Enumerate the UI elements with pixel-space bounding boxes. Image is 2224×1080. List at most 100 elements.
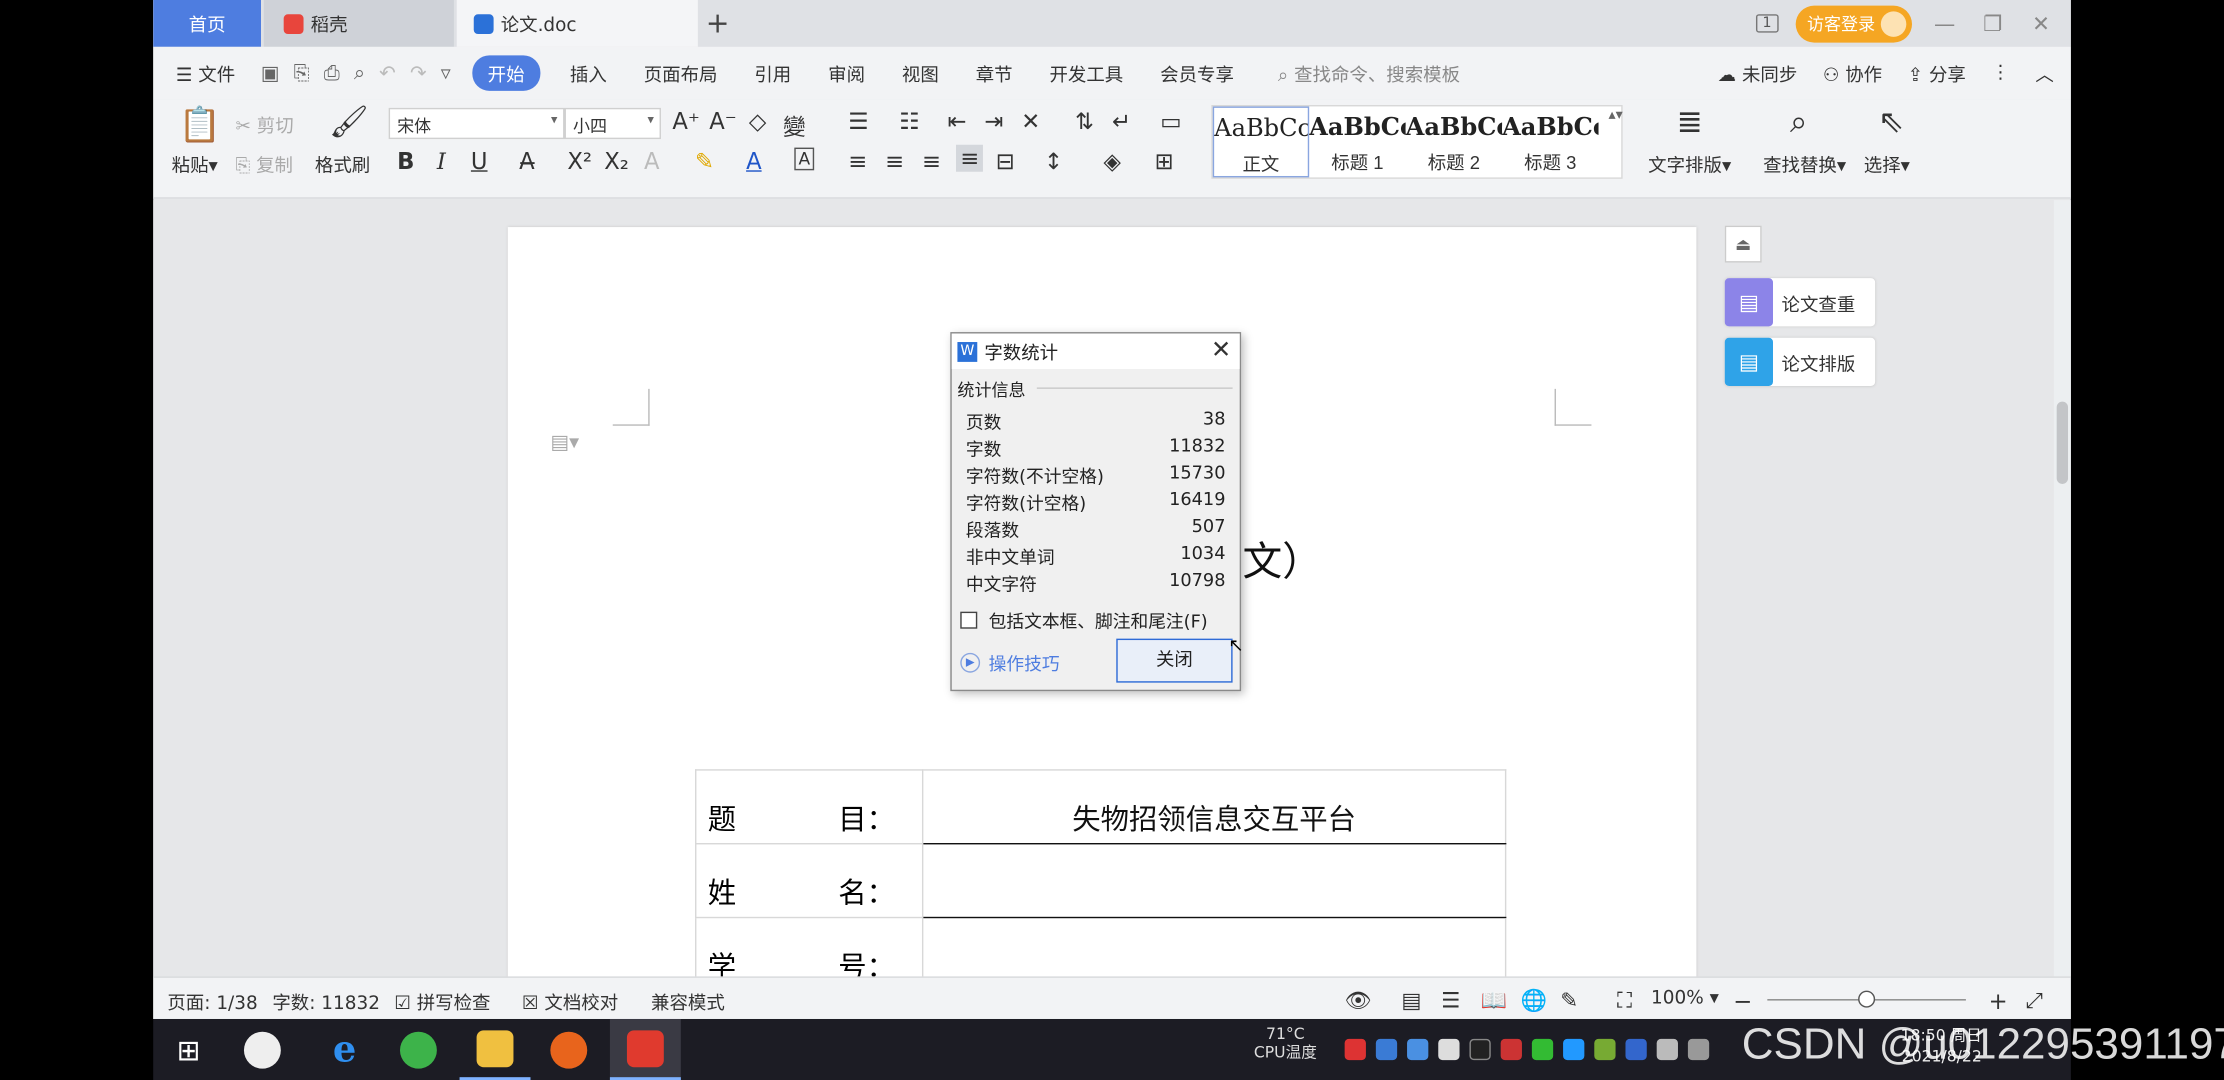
checkbox-box[interactable]	[960, 610, 978, 628]
menu-insert[interactable]: 插入	[551, 60, 625, 86]
page-indicator[interactable]: 页面: 1/38	[167, 988, 257, 1014]
menu-page-layout[interactable]: 页面布局	[625, 60, 736, 86]
subscript-icon[interactable]: X₂	[604, 148, 629, 175]
taskbar-app-ie[interactable]: e	[309, 1019, 380, 1080]
vertical-scrollbar[interactable]	[2053, 200, 2071, 977]
align-left-icon[interactable]: ≡	[848, 148, 867, 175]
menu-references[interactable]: 引用	[736, 60, 810, 86]
reading-view-icon[interactable]: 📖	[1481, 988, 1508, 1014]
restore-icon[interactable]: ❐	[1977, 11, 2008, 37]
spell-check-button[interactable]: ☑ 拼写检查	[394, 988, 490, 1014]
battery-icon[interactable]	[1656, 1038, 1678, 1061]
notification-icon[interactable]	[1438, 1038, 1460, 1061]
text-layout-button[interactable]: 文字排版▾	[1648, 150, 1731, 177]
shrink-font-icon[interactable]: A⁻	[709, 108, 737, 135]
numbered-list-icon[interactable]: ☷	[899, 108, 919, 135]
menu-review[interactable]: 审阅	[810, 60, 884, 86]
tab-document[interactable]: 论文.doc	[456, 0, 698, 47]
word-count-status[interactable]: 字数: 11832	[272, 988, 380, 1014]
find-replace-icon[interactable]: ⌕	[1790, 105, 1807, 140]
taskbar-app-wps[interactable]	[609, 1018, 681, 1080]
zoom-level[interactable]: 100% ▾	[1651, 988, 1719, 1009]
decrease-indent-icon[interactable]: ⇤	[947, 108, 966, 135]
sync-button[interactable]: ☁ 未同步	[1718, 60, 1798, 86]
distributed-icon[interactable]: ⊟	[996, 148, 1015, 175]
paragraph-menu-icon[interactable]: ▤▾	[550, 431, 579, 454]
include-textbox-checkbox[interactable]: 包括文本框、脚注和尾注(F)	[960, 606, 1208, 633]
italic-icon[interactable]: I	[437, 148, 446, 175]
share-button[interactable]: ⇪ 分享	[1908, 60, 1966, 86]
clear-format-icon[interactable]: ◇	[749, 108, 766, 135]
collapse-ribbon-icon[interactable]: ︿	[2035, 60, 2053, 86]
cpu-temperature[interactable]: 71°C CPU温度	[1254, 1025, 1317, 1062]
more-icon[interactable]: ⋮	[1991, 62, 2009, 83]
align-center-icon[interactable]: ≡	[885, 148, 904, 175]
taskbar-app-fan[interactable]	[227, 1019, 298, 1080]
shading-icon[interactable]: ◈	[1104, 148, 1121, 175]
menu-section[interactable]: 章节	[957, 60, 1031, 86]
underline-icon[interactable]: U	[471, 148, 488, 175]
style-normal[interactable]: AaBbCcI 正文	[1212, 106, 1310, 178]
tray-app-icon[interactable]	[1500, 1038, 1522, 1061]
bullet-list-icon[interactable]: ☰	[848, 108, 868, 135]
close-window-icon[interactable]: ✕	[2025, 11, 2056, 37]
menu-start[interactable]: 开始	[472, 55, 541, 91]
doc-proof-button[interactable]: ☒ 文档校对	[522, 988, 618, 1014]
taskbar-app-browser[interactable]	[383, 1019, 454, 1080]
menu-view[interactable]: 视图	[883, 60, 957, 86]
sort-icon[interactable]: ⇅	[1075, 108, 1094, 135]
zoom-in-icon[interactable]: +	[1989, 988, 2008, 1015]
highlight-icon[interactable]: ✎	[695, 148, 714, 175]
tray-app-icon[interactable]	[1531, 1038, 1554, 1061]
cut-button[interactable]: ✂ 剪切	[235, 111, 293, 137]
tab-daoke[interactable]: 稻壳	[263, 0, 454, 47]
select-cursor-icon[interactable]: ⇖	[1878, 105, 1904, 140]
paste-icon[interactable]: 📋	[179, 105, 221, 145]
format-painter-icon[interactable]: 🖌	[329, 105, 369, 140]
visitor-login-button[interactable]: 访客登录	[1795, 4, 1913, 42]
style-scroll-icon[interactable]: ▴▾	[1608, 108, 1622, 124]
grow-font-icon[interactable]: A⁺	[672, 108, 700, 135]
close-icon[interactable]: ✕	[1211, 336, 1231, 364]
tray-app-icon[interactable]	[1344, 1038, 1366, 1061]
superscript-icon[interactable]: X²	[567, 148, 592, 175]
tab-home[interactable]: 首页	[153, 0, 261, 47]
font-color-icon[interactable]: A	[746, 148, 762, 175]
ruler-icon[interactable]: ▭	[1160, 108, 1181, 135]
zoom-out-icon[interactable]: −	[1733, 988, 1752, 1015]
web-view-icon[interactable]: 🌐	[1521, 988, 1548, 1014]
quick-access-more-icon[interactable]: ▿	[434, 62, 458, 85]
show-marks-icon[interactable]: ↵	[1112, 108, 1131, 135]
thesis-layout-button[interactable]: ▤ 论文排版	[1724, 337, 1876, 387]
select-button[interactable]: 选择▾	[1864, 150, 1910, 177]
file-menu[interactable]: ☰ 文件	[153, 60, 253, 86]
print-preview-icon[interactable]: ⌕	[347, 62, 372, 85]
shield-icon[interactable]	[1407, 1038, 1429, 1061]
window-layout-icon[interactable]: 1	[1755, 14, 1779, 33]
bold-icon[interactable]: B	[397, 148, 414, 175]
start-button[interactable]: ⊞	[153, 1019, 224, 1080]
menu-member[interactable]: 会员专享	[1142, 60, 1253, 86]
borders-icon[interactable]: ⊞	[1155, 148, 1174, 175]
nvidia-icon[interactable]	[1594, 1038, 1616, 1061]
taskbar-app-game[interactable]	[533, 1019, 604, 1080]
eye-protect-icon[interactable]: 👁	[1345, 988, 1372, 1014]
outline-view-icon[interactable]: ☰	[1441, 988, 1460, 1014]
char-border-icon[interactable]: A	[794, 147, 815, 171]
save-icon[interactable]: ▣	[254, 62, 287, 85]
line-spacing-icon[interactable]: ↕	[1044, 148, 1063, 175]
minimize-icon[interactable]: —	[1929, 11, 1960, 37]
command-search[interactable]: ⌕ 查找命令、搜索模板	[1252, 60, 1460, 86]
find-replace-button[interactable]: 查找替换▾	[1763, 150, 1846, 177]
thesis-check-button[interactable]: ▤ 论文查重	[1724, 278, 1876, 327]
phonetic-icon[interactable]: 變	[783, 108, 806, 142]
redo-icon[interactable]: ↷	[403, 62, 434, 85]
tips-link[interactable]: ▶ 操作技巧	[960, 649, 1060, 676]
tray-app-icon[interactable]	[1563, 1038, 1585, 1061]
page-view-icon[interactable]: ▤	[1401, 988, 1421, 1014]
bluetooth-icon[interactable]	[1625, 1038, 1647, 1061]
text-effect-icon[interactable]: A	[644, 148, 660, 175]
taskbar-app-explorer[interactable]	[459, 1019, 531, 1080]
table-value[interactable]	[921, 843, 1507, 919]
align-right-icon[interactable]: ≡	[922, 148, 941, 175]
